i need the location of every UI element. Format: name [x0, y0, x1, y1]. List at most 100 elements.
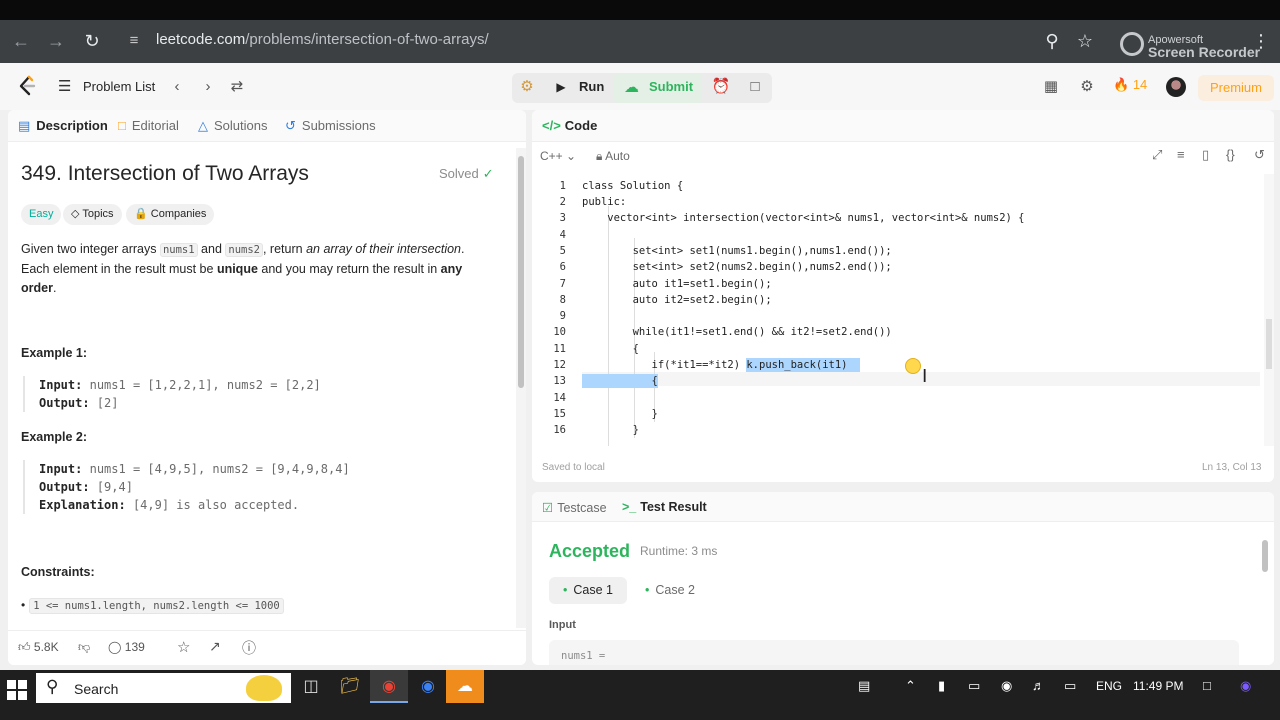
- submit-label: Submit: [649, 79, 694, 94]
- constraints-heading: Constraints:: [21, 565, 95, 579]
- dislike-button[interactable]: 👎︎: [78, 640, 90, 655]
- copilot-icon[interactable]: ◉: [1240, 678, 1251, 694]
- problem-title[interactable]: 349. Intersection of Two Arrays: [21, 162, 309, 186]
- kebab-menu-icon[interactable]: ⋮: [1250, 30, 1272, 52]
- language-label: C++: [540, 149, 563, 163]
- tab-description[interactable]: ▤ Description: [18, 118, 108, 134]
- scroll-thumb[interactable]: [1262, 540, 1268, 572]
- leetcode-logo-icon[interactable]: [16, 75, 38, 97]
- code-icon: </>: [542, 118, 561, 133]
- bookmark-icon[interactable]: ▯: [1202, 147, 1209, 163]
- note-icon[interactable]: □: [744, 75, 766, 99]
- tag-icon: ◇: [71, 208, 80, 220]
- search-icon[interactable]: ⚲: [1041, 30, 1063, 52]
- language-select[interactable]: C++ ⌄: [540, 149, 576, 163]
- next-problem-icon[interactable]: ›: [199, 75, 217, 99]
- reload-icon[interactable]: ↻: [81, 30, 103, 52]
- microphone-icon[interactable]: ▮: [938, 678, 945, 694]
- case-1-tab[interactable]: • Case 1: [549, 577, 627, 604]
- shuffle-icon[interactable]: ⇄: [227, 75, 247, 99]
- site-info-icon[interactable]: ≡: [122, 30, 146, 52]
- desc-text: and: [197, 242, 226, 256]
- editor-scrollbar[interactable]: [1264, 174, 1274, 446]
- comment-count: 139: [124, 640, 145, 654]
- case-2-tab[interactable]: • Case 2: [631, 577, 709, 604]
- like-button[interactable]: 👍︎ 5.8K: [18, 640, 59, 655]
- problem-list-link[interactable]: Problem List: [83, 79, 155, 94]
- display-icon[interactable]: ▭: [968, 678, 980, 694]
- taskbar-search[interactable]: ⚲ Search: [36, 673, 291, 703]
- comments-button[interactable]: ◯ 139: [108, 640, 145, 654]
- desc-text: , return: [262, 242, 307, 256]
- prev-problem-icon[interactable]: ‹: [168, 75, 186, 99]
- cursor-position: Ln 13, Col 13: [1202, 462, 1262, 473]
- chevron-down-icon: ⌄: [566, 149, 577, 163]
- input-value: nums1 =: [561, 650, 606, 662]
- run-button[interactable]: Run: [579, 79, 604, 94]
- braces-icon[interactable]: {}: [1226, 147, 1235, 162]
- camera-icon[interactable]: ◉: [1001, 678, 1012, 694]
- notification-icon[interactable]: □: [1203, 678, 1211, 693]
- settings-icon[interactable]: ⚙: [1076, 75, 1098, 99]
- desc-text: and you may return the result in: [257, 262, 441, 276]
- volume-icon[interactable]: ♬: [1032, 678, 1045, 693]
- layout-icon[interactable]: ▦: [1040, 75, 1062, 99]
- windows-start-icon[interactable]: [7, 680, 27, 700]
- comment-icon: ◯: [108, 640, 122, 654]
- premium-button[interactable]: Premium: [1198, 75, 1274, 101]
- scroll-thumb[interactable]: [1266, 319, 1272, 369]
- debug-icon[interactable]: ⚙: [516, 75, 538, 99]
- line-number: 7: [559, 278, 566, 290]
- avatar[interactable]: [1166, 77, 1186, 97]
- line-number: 6: [559, 261, 566, 273]
- tab-testcase[interactable]: ☑ Testcase: [542, 500, 607, 515]
- code-line: {: [582, 375, 658, 387]
- code-tab[interactable]: </> Code: [542, 118, 597, 133]
- tab-solutions[interactable]: △ Solutions: [198, 118, 267, 134]
- language-indicator[interactable]: ENG: [1096, 679, 1122, 693]
- share-icon[interactable]: ↗: [209, 638, 221, 655]
- history-icon: ↺: [285, 118, 296, 133]
- topics-button[interactable]: ◇ Topics: [63, 204, 122, 225]
- file-explorer-icon[interactable]: 📁︎: [331, 670, 369, 703]
- favorite-star-icon[interactable]: ☆: [177, 638, 190, 656]
- address-bar[interactable]: leetcode.com/problems/intersection-of-tw…: [156, 31, 489, 48]
- clock[interactable]: 11:49 PM: [1133, 679, 1183, 693]
- line-number: 13: [553, 375, 566, 387]
- auto-mode[interactable]: 🔒︎ Auto: [596, 149, 630, 164]
- fullscreen-icon[interactable]: ⤢: [1152, 147, 1162, 163]
- reset-icon[interactable]: ↺: [1254, 147, 1265, 163]
- task-view-icon[interactable]: ◫: [292, 670, 330, 703]
- back-icon[interactable]: ←: [10, 30, 32, 52]
- submit-button[interactable]: ☁ Submit: [614, 73, 702, 103]
- tab-submissions[interactable]: ↺ Submissions: [285, 118, 376, 134]
- scroll-thumb[interactable]: [518, 156, 524, 388]
- tab-editorial[interactable]: □ Editorial: [118, 118, 179, 133]
- chevron-up-icon[interactable]: ⌃: [905, 678, 916, 694]
- alarm-icon[interactable]: ⏰: [710, 75, 732, 99]
- list-icon[interactable]: ☰: [58, 77, 71, 95]
- code-editor[interactable]: 1 2 3 4 5 6 7 8 9 10 11 12 13 14 15 16 c…: [532, 174, 1262, 446]
- recorder-app-icon[interactable]: ☁: [446, 670, 484, 703]
- news-icon[interactable]: ▤: [858, 678, 870, 694]
- tab-test-result[interactable]: >_ Test Result: [622, 500, 707, 514]
- line-number: 16: [553, 424, 566, 436]
- streak-counter[interactable]: 🔥 14: [1113, 77, 1147, 93]
- battery-icon[interactable]: ▭: [1064, 678, 1076, 694]
- recorder-logo-icon: [1120, 32, 1144, 56]
- inline-code: nums1: [159, 243, 198, 257]
- star-icon[interactable]: ☆: [1074, 30, 1096, 52]
- click-highlight: [905, 358, 921, 374]
- code-panel: </> Code C++ ⌄ 🔒︎ Auto ⤢ ≡ ▯ {} ↺ 1 2 3 4…: [532, 110, 1274, 482]
- description-scrollbar[interactable]: [516, 148, 526, 628]
- browser-toolbar: ← → ↻ ≡ leetcode.com/problems/intersecti…: [0, 20, 1280, 63]
- result-scrollbar[interactable]: [1260, 524, 1270, 659]
- companies-button[interactable]: 🔒 Companies: [126, 204, 215, 225]
- app-icon[interactable]: ◉: [409, 670, 447, 703]
- chrome-icon[interactable]: ◉: [370, 670, 408, 703]
- format-icon[interactable]: ≡: [1177, 147, 1185, 162]
- help-icon[interactable]: ⓘ: [242, 638, 256, 658]
- forward-icon[interactable]: →: [45, 30, 67, 52]
- code-line: {: [582, 343, 639, 355]
- leetcode-header: ☰ Problem List ‹ › ⇄ ⚙ ▶ Run ☁ Submit ⏰ …: [0, 63, 1280, 110]
